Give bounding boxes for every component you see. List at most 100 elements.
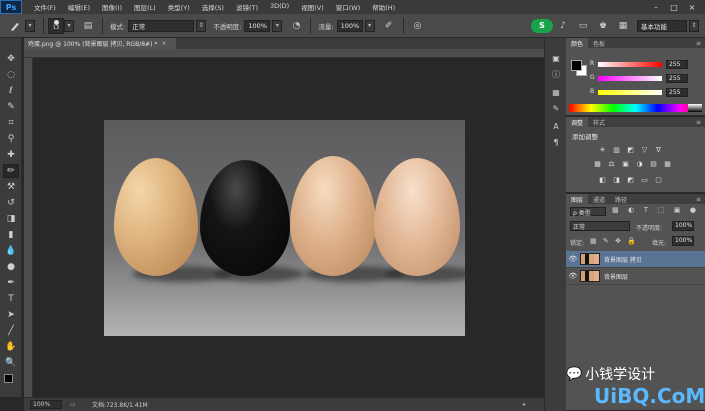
layer-row-selected[interactable]: 👁 背景图层 拷贝 — [566, 251, 705, 268]
threshold-adjust-icon[interactable]: ◩ — [626, 175, 635, 184]
minimize-button[interactable]: – — [648, 0, 664, 14]
layer-opacity-field[interactable]: 100% — [672, 221, 694, 231]
filter-smart-icon[interactable]: ▣ — [674, 206, 681, 216]
color-panel-menu-icon[interactable]: ≡ — [696, 40, 701, 47]
pressure-opacity-icon[interactable]: ◔ — [289, 19, 303, 33]
history-panel-icon[interactable]: ▣ — [549, 52, 563, 65]
levels-adjust-icon[interactable]: ▥ — [612, 145, 621, 154]
pen-tool-icon[interactable]: ✒ — [3, 276, 19, 290]
flow-field[interactable]: 100% — [336, 19, 363, 32]
opacity-field[interactable]: 100% — [244, 19, 271, 32]
tab-styles[interactable]: 样式 — [588, 117, 610, 127]
egg-photo[interactable] — [104, 120, 465, 336]
status-arrow-icon[interactable]: ▸ — [523, 401, 526, 408]
color-panel-foreground-swatch[interactable] — [571, 60, 582, 71]
color-balance-adjust-icon[interactable]: ⚖ — [607, 159, 616, 168]
tab-paths[interactable]: 路径 — [610, 194, 632, 204]
type-tool-icon[interactable]: T — [3, 292, 19, 306]
brush-panel-toggle-icon[interactable]: ▤ — [81, 19, 95, 33]
green-slider[interactable] — [598, 76, 662, 81]
brush-tool-icon[interactable] — [8, 19, 22, 33]
lock-position-icon[interactable]: ✥ — [615, 237, 621, 246]
clone-stamp-tool-icon[interactable]: ⚒ — [3, 180, 19, 194]
visibility-eye-icon[interactable]: 👁 — [566, 255, 580, 263]
grid-icon[interactable]: ▦ — [616, 19, 630, 33]
green-value[interactable]: 255 — [666, 74, 688, 83]
menu-item[interactable]: 3D(D) — [264, 2, 295, 12]
opacity-dropdown[interactable]: ▾ — [272, 19, 283, 32]
invert-adjust-icon[interactable]: ◧ — [598, 175, 607, 184]
move-tool-icon[interactable]: ✥ — [3, 52, 19, 66]
brush-size-picker[interactable]: 13 — [48, 17, 64, 34]
gradient-tool-icon[interactable]: ▮ — [3, 228, 19, 242]
healing-brush-tool-icon[interactable]: ✚ — [3, 148, 19, 162]
tool-preset-dropdown[interactable]: ▾ — [25, 19, 35, 32]
mode-select[interactable]: 正常 — [128, 19, 195, 32]
hand-tool-icon[interactable]: ✋ — [3, 340, 19, 354]
black-white-adjust-icon[interactable]: ▣ — [621, 159, 630, 168]
lock-pixels-icon[interactable]: ✎ — [603, 237, 609, 246]
tab-adjustments[interactable]: 调整 — [566, 117, 589, 127]
brush-panel-icon[interactable]: ▦ — [549, 86, 563, 99]
color-spectrum-bar[interactable] — [569, 104, 702, 112]
history-brush-tool-icon[interactable]: ↺ — [3, 196, 19, 210]
layer-row[interactable]: 👁 背景图层 — [566, 268, 705, 285]
dodge-tool-icon[interactable]: ● — [3, 260, 19, 274]
channel-mixer-adjust-icon[interactable]: ▤ — [649, 159, 658, 168]
lock-transparent-icon[interactable]: ▦ — [590, 237, 597, 246]
exposure-adjust-icon[interactable]: ▽ — [640, 145, 649, 154]
gradient-map-adjust-icon[interactable]: ▭ — [640, 175, 649, 184]
menu-item[interactable]: 选择(S) — [196, 2, 230, 12]
filter-type-icon[interactable]: T — [644, 206, 648, 216]
layers-panel-menu-icon[interactable]: ≡ — [696, 196, 701, 203]
fill-field[interactable]: 100% — [672, 236, 694, 246]
photo-filter-adjust-icon[interactable]: ◑ — [635, 159, 644, 168]
posterize-adjust-icon[interactable]: ◨ — [612, 175, 621, 184]
marquee-tool-icon[interactable]: ◌ — [3, 68, 19, 82]
menu-item[interactable]: 窗口(W) — [330, 2, 367, 12]
pressure-size-icon[interactable]: ◎ — [411, 19, 425, 33]
eyedropper-tool-icon[interactable]: ⚲ — [3, 132, 19, 146]
brush-preset-panel-icon[interactable]: ✎ — [549, 102, 563, 115]
menu-item[interactable]: 图层(L) — [128, 2, 162, 12]
curves-adjust-icon[interactable]: ◩ — [626, 145, 635, 154]
menu-item[interactable]: 图像(I) — [96, 2, 128, 12]
brightness-adjust-icon[interactable]: ☀ — [598, 145, 607, 154]
zoom-tool-icon[interactable]: 🔍 — [3, 356, 19, 370]
workspace-dropdown[interactable]: ⇕ — [689, 19, 699, 32]
tab-color[interactable]: 颜色 — [566, 38, 589, 48]
maximize-button[interactable]: □ — [666, 0, 682, 14]
menu-item[interactable]: 文件(F) — [28, 2, 62, 12]
hue-saturation-adjust-icon[interactable]: ▦ — [593, 159, 602, 168]
layer-filter-select[interactable]: ρ 类型 — [570, 207, 606, 217]
badge-s-icon[interactable]: S — [531, 18, 553, 33]
menu-item[interactable]: 编辑(E) — [62, 2, 96, 12]
green-slider-row[interactable]: G 255 — [566, 74, 705, 84]
menu-item[interactable]: 滤镜(T) — [230, 2, 264, 12]
filter-pixel-icon[interactable]: ▩ — [612, 206, 619, 216]
menu-item[interactable]: 视图(V) — [295, 2, 330, 12]
shirt-icon[interactable]: ♚ — [596, 19, 610, 33]
layer-name[interactable]: 背景图层 拷贝 — [604, 255, 642, 264]
workspace-select[interactable]: 基本功能 — [637, 19, 687, 32]
menu-item[interactable]: 类型(Y) — [162, 2, 196, 12]
document-tab-close-icon[interactable]: × — [161, 40, 166, 47]
selective-color-adjust-icon[interactable]: ▢ — [654, 175, 663, 184]
zoom-field[interactable]: 100% — [30, 400, 62, 409]
character-panel-icon[interactable]: A — [549, 120, 563, 133]
document-tab[interactable]: 鸡蛋.png @ 100% (背景图层 拷贝, RGB/8#) * × — [24, 38, 176, 49]
red-slider[interactable] — [598, 62, 662, 67]
airbrush-icon[interactable]: ✐ — [382, 19, 396, 33]
mode-dropdown[interactable]: ⇕ — [196, 19, 207, 32]
visibility-eye-icon[interactable]: 👁 — [566, 272, 580, 280]
red-slider-row[interactable]: R 255 — [566, 60, 705, 70]
quick-select-tool-icon[interactable]: ✎ — [3, 100, 19, 114]
eraser-tool-icon[interactable]: ◨ — [3, 212, 19, 226]
tab-layers[interactable]: 图层 — [566, 194, 589, 204]
paragraph-panel-icon[interactable]: ¶ — [549, 136, 563, 149]
brush-size-dropdown[interactable]: ▾ — [64, 19, 74, 32]
shape-tool-icon[interactable]: ╱ — [3, 324, 19, 338]
foreground-color-swatch[interactable] — [4, 374, 13, 383]
filter-toggle-icon[interactable]: ● — [690, 206, 696, 216]
color-lookup-adjust-icon[interactable]: ▦ — [663, 159, 672, 168]
